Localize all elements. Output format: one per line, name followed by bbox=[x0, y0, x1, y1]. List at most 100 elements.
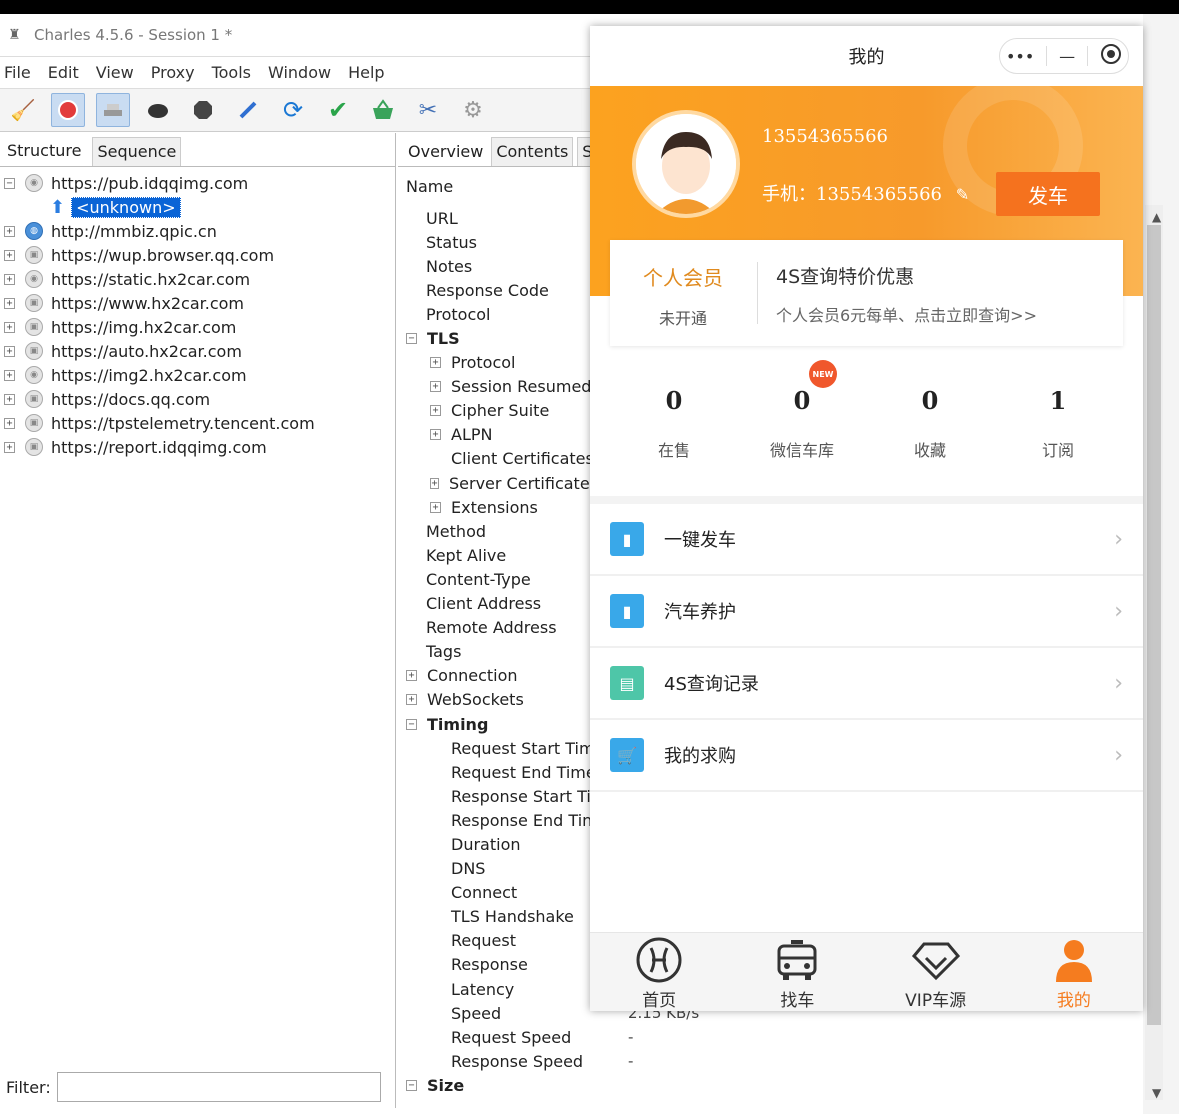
property-row[interactable]: Protocol bbox=[398, 302, 598, 326]
expand-icon[interactable]: + bbox=[4, 369, 15, 381]
tab-overview[interactable]: Overview bbox=[404, 138, 487, 166]
expand-icon[interactable]: + bbox=[4, 441, 15, 453]
expand-icon[interactable]: + bbox=[4, 297, 15, 309]
collapse-icon[interactable]: − bbox=[406, 718, 417, 730]
property-row[interactable]: Method bbox=[398, 519, 598, 543]
stop-icon[interactable] bbox=[186, 93, 220, 127]
expand-icon[interactable]: + bbox=[430, 477, 439, 489]
property-row[interactable]: Client Address bbox=[398, 592, 598, 616]
tree-row[interactable]: + ◉ https://static.hx2car.com bbox=[0, 267, 395, 291]
property-row[interactable]: Connect bbox=[398, 881, 598, 905]
stat-favorites[interactable]: 0 收藏 bbox=[870, 386, 990, 461]
menu-proxy[interactable]: Proxy bbox=[151, 63, 195, 82]
tab-sequence[interactable]: Sequence bbox=[92, 137, 182, 166]
property-row[interactable]: Status bbox=[398, 230, 598, 254]
selected-node[interactable]: <unknown> bbox=[71, 196, 181, 218]
property-row[interactable]: Content-Type bbox=[398, 567, 598, 591]
throttle-icon[interactable] bbox=[96, 93, 130, 127]
menu-my-wanted[interactable]: 🛒 我的求购 › bbox=[590, 720, 1143, 792]
pen-icon[interactable] bbox=[231, 93, 265, 127]
expand-icon[interactable]: + bbox=[430, 381, 441, 393]
menu-help[interactable]: Help bbox=[348, 63, 384, 82]
property-row[interactable]: + Server Certificates bbox=[398, 471, 598, 495]
avatar[interactable] bbox=[632, 110, 740, 218]
tree-row[interactable]: − ◉ https://pub.idqqimg.com bbox=[0, 171, 395, 195]
tree-row[interactable]: + ▣ https://img.hx2car.com bbox=[0, 315, 395, 339]
post-car-button[interactable]: 发车 bbox=[996, 172, 1100, 216]
expand-icon[interactable]: + bbox=[4, 273, 15, 285]
tab-vip-source[interactable]: VIP车源 bbox=[867, 933, 1005, 1011]
menu-tools[interactable]: Tools bbox=[212, 63, 251, 82]
record-icon[interactable] bbox=[51, 93, 85, 127]
property-row[interactable]: − Timing bbox=[398, 712, 598, 736]
property-row[interactable]: Request End Time bbox=[398, 760, 598, 784]
tree-row[interactable]: + ▣ https://www.hx2car.com bbox=[0, 291, 395, 315]
tree-row[interactable]: + ◉ https://img2.hx2car.com bbox=[0, 363, 395, 387]
refresh-icon[interactable]: ⟳ bbox=[276, 93, 310, 127]
property-row[interactable]: Speed 2.15 KB/s bbox=[398, 1001, 699, 1025]
property-row[interactable]: − TLS bbox=[398, 326, 598, 350]
property-row[interactable]: Kept Alive bbox=[398, 543, 598, 567]
collapse-icon[interactable]: − bbox=[406, 333, 417, 345]
tab-home[interactable]: 首页 bbox=[590, 933, 728, 1011]
more-icon[interactable]: ••• bbox=[1006, 47, 1034, 66]
expand-icon[interactable]: + bbox=[430, 429, 441, 441]
menu-file[interactable]: File bbox=[4, 63, 31, 82]
collapse-icon[interactable]: − bbox=[406, 1079, 417, 1091]
menu-one-click-post[interactable]: ▮ 一键发车 › bbox=[590, 504, 1143, 576]
property-row[interactable]: Request Speed - bbox=[398, 1025, 633, 1049]
tab-contents[interactable]: Contents bbox=[491, 137, 574, 166]
property-row[interactable]: − Size bbox=[398, 1073, 598, 1097]
expand-icon[interactable]: + bbox=[430, 501, 441, 513]
promo-desc[interactable]: 个人会员6元每单、点击立即查询>> bbox=[776, 302, 1037, 326]
stat-subscriptions[interactable]: 1 订阅 bbox=[998, 386, 1118, 461]
expand-icon[interactable]: + bbox=[4, 249, 15, 261]
membership-card[interactable]: 个人会员 未开通 4S查询特价优惠 个人会员6元每单、点击立即查询>> bbox=[610, 240, 1123, 346]
expand-icon[interactable]: + bbox=[4, 225, 15, 237]
property-row[interactable]: + Cipher Suite bbox=[398, 399, 598, 423]
tab-find-car[interactable]: 找车 bbox=[728, 933, 866, 1011]
scroll-down-icon[interactable]: ▼ bbox=[1152, 1086, 1161, 1100]
property-row[interactable]: Duration bbox=[398, 832, 598, 856]
tree-row[interactable]: + ▣ https://auto.hx2car.com bbox=[0, 339, 395, 363]
property-row[interactable]: + Connection bbox=[398, 664, 598, 688]
close-target-icon[interactable] bbox=[1100, 43, 1122, 69]
expand-icon[interactable]: + bbox=[430, 357, 441, 369]
property-row[interactable]: Latency bbox=[398, 977, 598, 1001]
overview-scrollbar[interactable] bbox=[1145, 205, 1163, 1100]
property-row[interactable]: Client Certificates bbox=[398, 447, 598, 471]
broom-icon[interactable]: 🧹 bbox=[6, 93, 40, 127]
property-row[interactable]: Request bbox=[398, 929, 598, 953]
menu-view[interactable]: View bbox=[96, 63, 134, 82]
property-row[interactable]: Response End Tin bbox=[398, 808, 598, 832]
menu-4s-records[interactable]: ▤ 4S查询记录 › bbox=[590, 648, 1143, 720]
property-row[interactable]: Response bbox=[398, 953, 598, 977]
expand-icon[interactable]: + bbox=[406, 694, 417, 706]
tools-icon[interactable]: ✂ bbox=[411, 93, 445, 127]
property-row[interactable]: Response Code bbox=[398, 278, 598, 302]
turtle-icon[interactable] bbox=[141, 93, 175, 127]
property-row[interactable]: + Session Resumed bbox=[398, 375, 598, 399]
tree-row[interactable]: + ▣ https://tpstelemetry.tencent.com bbox=[0, 411, 395, 435]
personal-member[interactable]: 个人会员 未开通 bbox=[610, 240, 756, 346]
property-row[interactable]: Response Speed - bbox=[398, 1049, 633, 1073]
collapse-icon[interactable]: − bbox=[4, 177, 15, 189]
expand-icon[interactable]: + bbox=[430, 405, 441, 417]
edit-icon[interactable]: ✎ bbox=[956, 185, 969, 204]
property-row[interactable]: DNS bbox=[398, 857, 598, 881]
property-row[interactable]: Request Start Tim bbox=[398, 736, 598, 760]
tree-row[interactable]: + ▣ https://report.idqqimg.com bbox=[0, 435, 395, 459]
property-row[interactable]: Remote Address bbox=[398, 616, 598, 640]
tree-child-row[interactable]: ⬆ <unknown> bbox=[0, 195, 395, 219]
property-row[interactable]: Response Start Ti bbox=[398, 784, 598, 808]
expand-icon[interactable]: + bbox=[406, 670, 417, 682]
property-row[interactable]: Tags bbox=[398, 640, 598, 664]
menu-car-maintenance[interactable]: ▮ 汽车养护 › bbox=[590, 576, 1143, 648]
filter-input[interactable] bbox=[56, 1072, 381, 1102]
tree-row[interactable]: + ◍ http://mmbiz.qpic.cn bbox=[0, 219, 395, 243]
tab-structure[interactable]: Structure bbox=[2, 136, 87, 166]
minimize-icon[interactable]: — bbox=[1059, 47, 1075, 66]
tree-row[interactable]: + ▣ https://docs.qq.com bbox=[0, 387, 395, 411]
stat-on-sale[interactable]: 0 在售 bbox=[614, 386, 734, 461]
property-row[interactable]: + Protocol bbox=[398, 351, 598, 375]
